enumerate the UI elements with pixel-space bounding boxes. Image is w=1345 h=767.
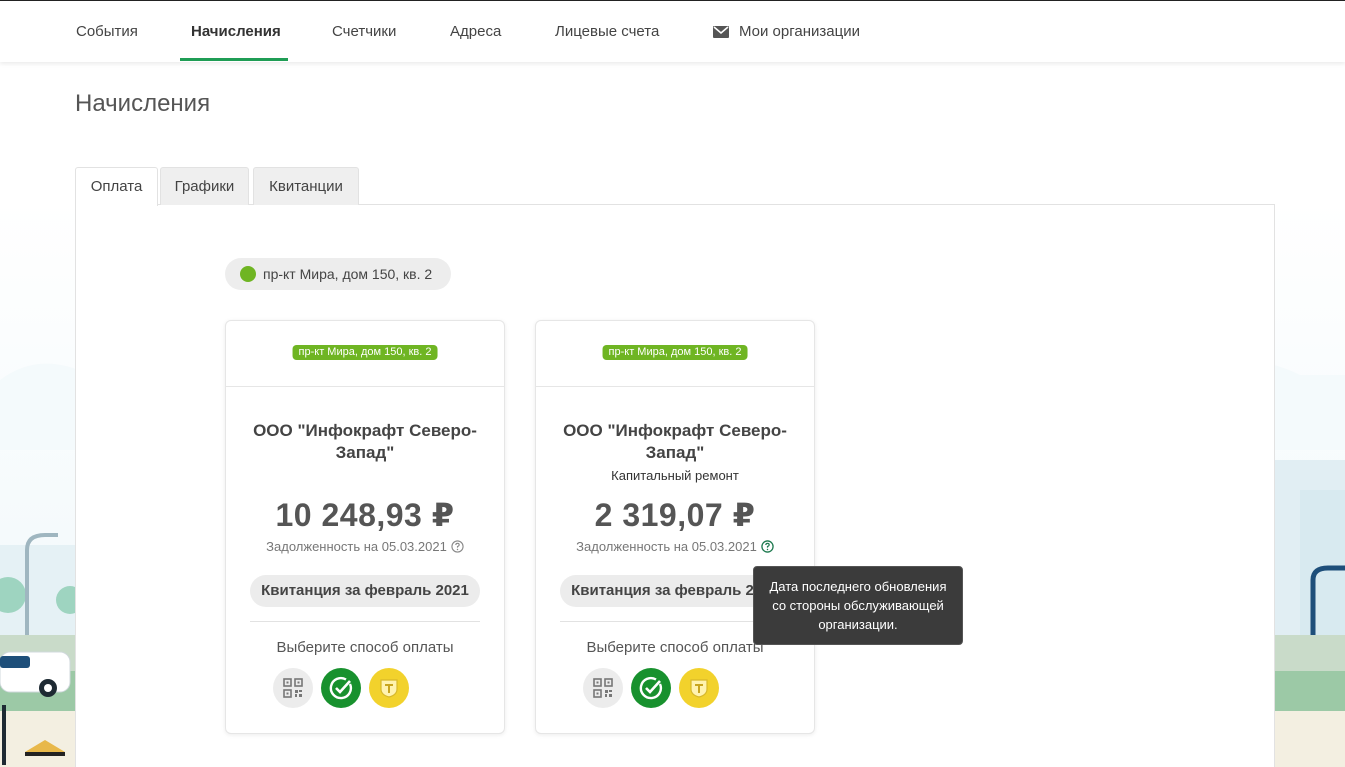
charge-card: пр-кт Мира, дом 150, кв. 2 ООО "Инфокраф… [225, 320, 505, 734]
check-circle-icon [639, 676, 663, 700]
payment-method-label: Выберите способ оплаты [276, 639, 454, 656]
card-header: пр-кт Мира, дом 150, кв. 2 [536, 321, 814, 387]
organization-name: ООО "Инфокрафт Северо-Запад" [253, 421, 477, 462]
status-dot [240, 266, 256, 282]
question-circle-icon[interactable] [761, 540, 774, 553]
check-circle-icon [329, 676, 353, 700]
mail-icon [713, 26, 729, 38]
question-circle-icon[interactable] [451, 540, 464, 553]
divider [250, 621, 480, 622]
nav-item-accounts[interactable]: Лицевые счета [555, 1, 659, 62]
organization-name: ООО "Инфокрафт Северо-Запад" [563, 421, 787, 462]
pay-qr-button[interactable] [583, 668, 623, 708]
address-badge: пр-кт Мира, дом 150, кв. 2 [602, 345, 748, 360]
nav-item-events[interactable]: События [76, 1, 138, 62]
debt-date-label: Задолженность на 05.03.2021 [576, 539, 757, 554]
address-filter-label: пр-кт Мира, дом 150, кв. 2 [263, 266, 433, 282]
qr-code-icon [283, 678, 303, 698]
pay-qr-button[interactable] [273, 668, 313, 708]
tab-receipts[interactable]: Квитанции [253, 167, 359, 205]
pay-sber-button[interactable] [631, 668, 671, 708]
tooltip-line: организации. [818, 617, 898, 632]
nav-item-meters[interactable]: Счетчики [332, 1, 396, 62]
debt-date-tooltip: Дата последнего обновления со стороны об… [753, 566, 963, 645]
tooltip-line: Дата последнего обновления [769, 579, 947, 594]
address-badge: пр-кт Мира, дом 150, кв. 2 [292, 345, 438, 360]
debt-date: Задолженность на 05.03.2021 [226, 539, 504, 554]
address-filter-chip[interactable]: пр-кт Мира, дом 150, кв. 2 [225, 258, 451, 290]
service-name: Капитальный ремонт [611, 468, 739, 483]
tab-payment[interactable]: Оплата [75, 167, 158, 206]
charge-card: пр-кт Мира, дом 150, кв. 2 ООО "Инфокраф… [535, 320, 815, 734]
tab-charts[interactable]: Графики [160, 167, 249, 205]
nav-item-addresses[interactable]: Адреса [450, 1, 501, 62]
nav-item-charges[interactable]: Начисления [191, 1, 281, 62]
qr-code-icon [593, 678, 613, 698]
top-navigation-bar: События Начисления Счетчики Адреса Лицев… [0, 0, 1345, 62]
pay-sber-button[interactable] [321, 668, 361, 708]
tooltip-line: со стороны обслуживающей [772, 598, 944, 613]
receipt-button[interactable]: Квитанция за февраль 2021 [250, 575, 480, 607]
charge-amount: 2 319,07 ₽ [594, 497, 756, 533]
debt-date-label: Задолженность на 05.03.2021 [266, 539, 447, 554]
page-title: Начисления [75, 90, 211, 117]
tinkoff-icon [380, 679, 398, 698]
debt-date: Задолженность на 05.03.2021 [536, 539, 814, 554]
nav-item-my-organizations[interactable]: Мои организации [739, 1, 860, 62]
pay-tinkoff-button[interactable] [369, 668, 409, 708]
active-nav-indicator [180, 58, 288, 61]
tinkoff-icon [690, 679, 708, 698]
card-header: пр-кт Мира, дом 150, кв. 2 [226, 321, 504, 387]
pay-tinkoff-button[interactable] [679, 668, 719, 708]
charge-amount: 10 248,93 ₽ [275, 497, 455, 533]
